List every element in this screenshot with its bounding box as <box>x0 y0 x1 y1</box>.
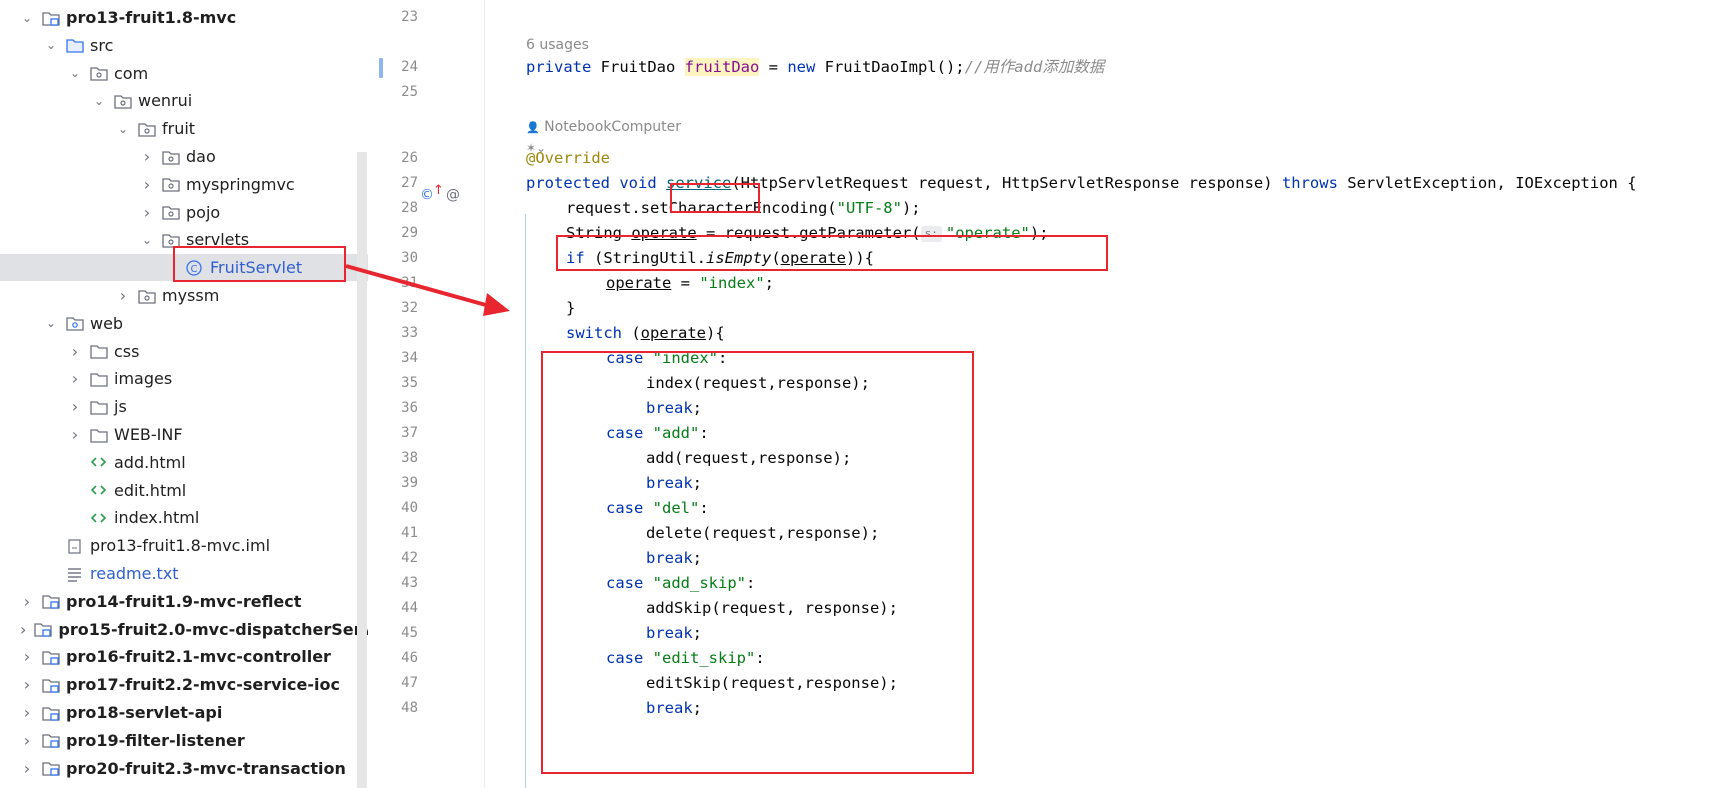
annotation-arrow <box>345 264 510 316</box>
